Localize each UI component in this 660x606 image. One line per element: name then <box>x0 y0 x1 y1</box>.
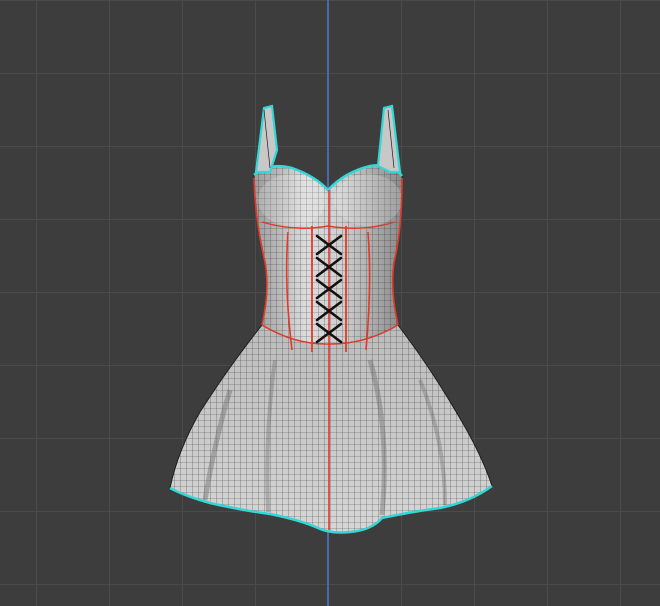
bodice-panel[interactable] <box>253 163 404 352</box>
dress-mesh[interactable] <box>0 0 660 606</box>
3d-viewport[interactable] <box>0 0 660 606</box>
right-strap[interactable] <box>376 104 402 174</box>
skirt-panel[interactable] <box>169 324 493 534</box>
left-strap[interactable] <box>254 104 279 174</box>
